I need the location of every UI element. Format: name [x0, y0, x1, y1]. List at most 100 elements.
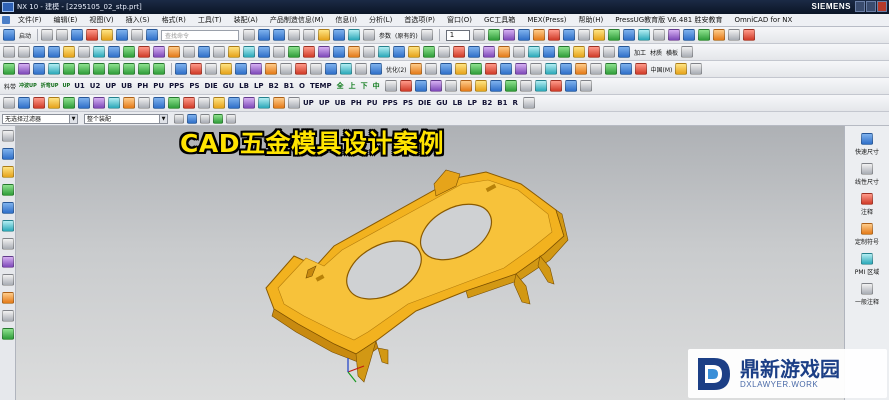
intersect-icon[interactable]: [153, 46, 165, 58]
block-icon[interactable]: [333, 29, 346, 41]
plate2-pu-button[interactable]: PU: [367, 99, 378, 107]
table-icon[interactable]: [544, 63, 557, 75]
relief-icon[interactable]: [453, 46, 465, 58]
pierce-icon[interactable]: [588, 46, 600, 58]
patch-icon[interactable]: [318, 46, 330, 58]
plate-b2-button[interactable]: B2: [269, 82, 279, 90]
lock-icon[interactable]: [534, 80, 547, 92]
start-icon[interactable]: [3, 29, 15, 41]
plate-pps-button[interactable]: PPS: [169, 82, 184, 90]
selection-mode-icon[interactable]: [187, 113, 197, 124]
balloon-icon[interactable]: [559, 63, 572, 75]
trimetric-icon[interactable]: [637, 29, 650, 41]
section-view-icon[interactable]: [514, 63, 527, 75]
lower-button[interactable]: 下: [361, 81, 368, 91]
plate2-die-button[interactable]: DIE: [418, 99, 431, 107]
cost-icon[interactable]: [469, 63, 482, 75]
plate-up-button[interactable]: UP: [105, 82, 116, 90]
render-icon[interactable]: [502, 29, 515, 41]
catalog-icon[interactable]: [619, 63, 632, 75]
isometric-icon[interactable]: [652, 29, 665, 41]
plate2-ph-button[interactable]: PH: [351, 99, 362, 107]
plate2-r-button[interactable]: R: [512, 99, 517, 107]
constraint-icon[interactable]: [63, 97, 75, 109]
subtract-icon[interactable]: [138, 46, 150, 58]
reference-set-icon[interactable]: [123, 97, 135, 109]
hole-icon[interactable]: [63, 46, 75, 58]
midpoint-icon[interactable]: [226, 113, 236, 124]
plate-ph-button[interactable]: PH: [137, 82, 148, 90]
blend-icon[interactable]: [168, 46, 180, 58]
plate-pu-button[interactable]: PU: [153, 82, 164, 90]
stopper-icon[interactable]: [153, 63, 165, 75]
globe-icon[interactable]: [675, 63, 688, 75]
plate-o-button[interactable]: O: [299, 82, 305, 90]
menu-analysis[interactable]: 分析(L): [363, 15, 398, 25]
undo-icon[interactable]: [41, 29, 54, 41]
trim-icon[interactable]: [213, 46, 225, 58]
right-label-template[interactable]: 横板: [666, 48, 678, 57]
pmi-region-button[interactable]: PMI 区域: [845, 253, 889, 276]
add-component-icon[interactable]: [18, 97, 30, 109]
plate-ub-button[interactable]: UB: [121, 82, 132, 90]
motion-icon[interactable]: [183, 97, 195, 109]
plate2-ps-button[interactable]: PS: [403, 99, 413, 107]
screw-icon[interactable]: [190, 63, 202, 75]
louver-icon[interactable]: [468, 46, 480, 58]
plate-ps-button[interactable]: PS: [189, 82, 199, 90]
interference-icon[interactable]: [439, 63, 452, 75]
plate-lp-button[interactable]: LP: [254, 82, 264, 90]
gusset-icon[interactable]: [483, 46, 495, 58]
extra-icon[interactable]: [522, 97, 535, 109]
list-icon[interactable]: [579, 80, 592, 92]
plate2-gu-button[interactable]: GU: [436, 99, 447, 107]
zoom-icon[interactable]: [577, 29, 590, 41]
plate-die-button[interactable]: DIE: [205, 82, 218, 90]
mirror-icon[interactable]: [273, 46, 285, 58]
plate2-up-button[interactable]: UP: [303, 99, 314, 107]
snap-point-icon[interactable]: [200, 113, 210, 124]
import-icon[interactable]: [589, 63, 602, 75]
countersink-icon[interactable]: [355, 63, 367, 75]
menu-file[interactable]: 文件(F): [12, 15, 48, 25]
training-icon[interactable]: [2, 328, 14, 340]
assign-icon[interactable]: [564, 80, 577, 92]
menu-help[interactable]: 帮助(H): [572, 15, 609, 25]
print-icon[interactable]: [131, 29, 144, 41]
weld-icon[interactable]: [198, 97, 210, 109]
chevron-down-icon[interactable]: ▼: [159, 114, 167, 123]
measure-icon[interactable]: [420, 29, 433, 41]
pad-icon[interactable]: [108, 46, 120, 58]
material-label[interactable]: 料带: [4, 82, 16, 91]
cavity-icon[interactable]: [280, 63, 292, 75]
menu-insert[interactable]: 插入(S): [120, 15, 156, 25]
lifter-icon[interactable]: [138, 63, 150, 75]
sketch-icon[interactable]: [318, 29, 331, 41]
isolate-icon[interactable]: [489, 80, 502, 92]
form-icon[interactable]: [63, 63, 75, 75]
pipe-icon[interactable]: [243, 97, 255, 109]
analysis-icon[interactable]: [742, 29, 755, 41]
punch-up-label[interactable]: 冲波UP: [19, 83, 37, 89]
menu-gc-toolbox[interactable]: GC工具箱: [478, 15, 521, 25]
upper-button[interactable]: 上: [349, 81, 356, 91]
fastener-icon[interactable]: [258, 97, 270, 109]
hide-icon[interactable]: [682, 29, 695, 41]
draw-icon[interactable]: [78, 63, 90, 75]
reuse-library-icon[interactable]: [2, 184, 14, 196]
layer-icon[interactable]: [414, 80, 427, 92]
standard-part-icon[interactable]: [618, 46, 630, 58]
wire-icon[interactable]: [727, 29, 740, 41]
project-icon[interactable]: [3, 63, 15, 75]
menu-pmi[interactable]: 产品制造信息(M): [264, 15, 330, 25]
menu-icon[interactable]: [2, 16, 10, 24]
general-note-button[interactable]: 一般注释: [845, 283, 889, 306]
maximize-button[interactable]: [866, 1, 876, 12]
component-icon[interactable]: [3, 97, 15, 109]
copy-icon[interactable]: [71, 29, 84, 41]
delete-icon[interactable]: [86, 29, 99, 41]
plate2-b2-button[interactable]: B2: [482, 99, 492, 107]
sew-icon[interactable]: [303, 46, 315, 58]
remove-component-icon[interactable]: [33, 97, 45, 109]
layer-settings-icon[interactable]: [472, 29, 485, 41]
